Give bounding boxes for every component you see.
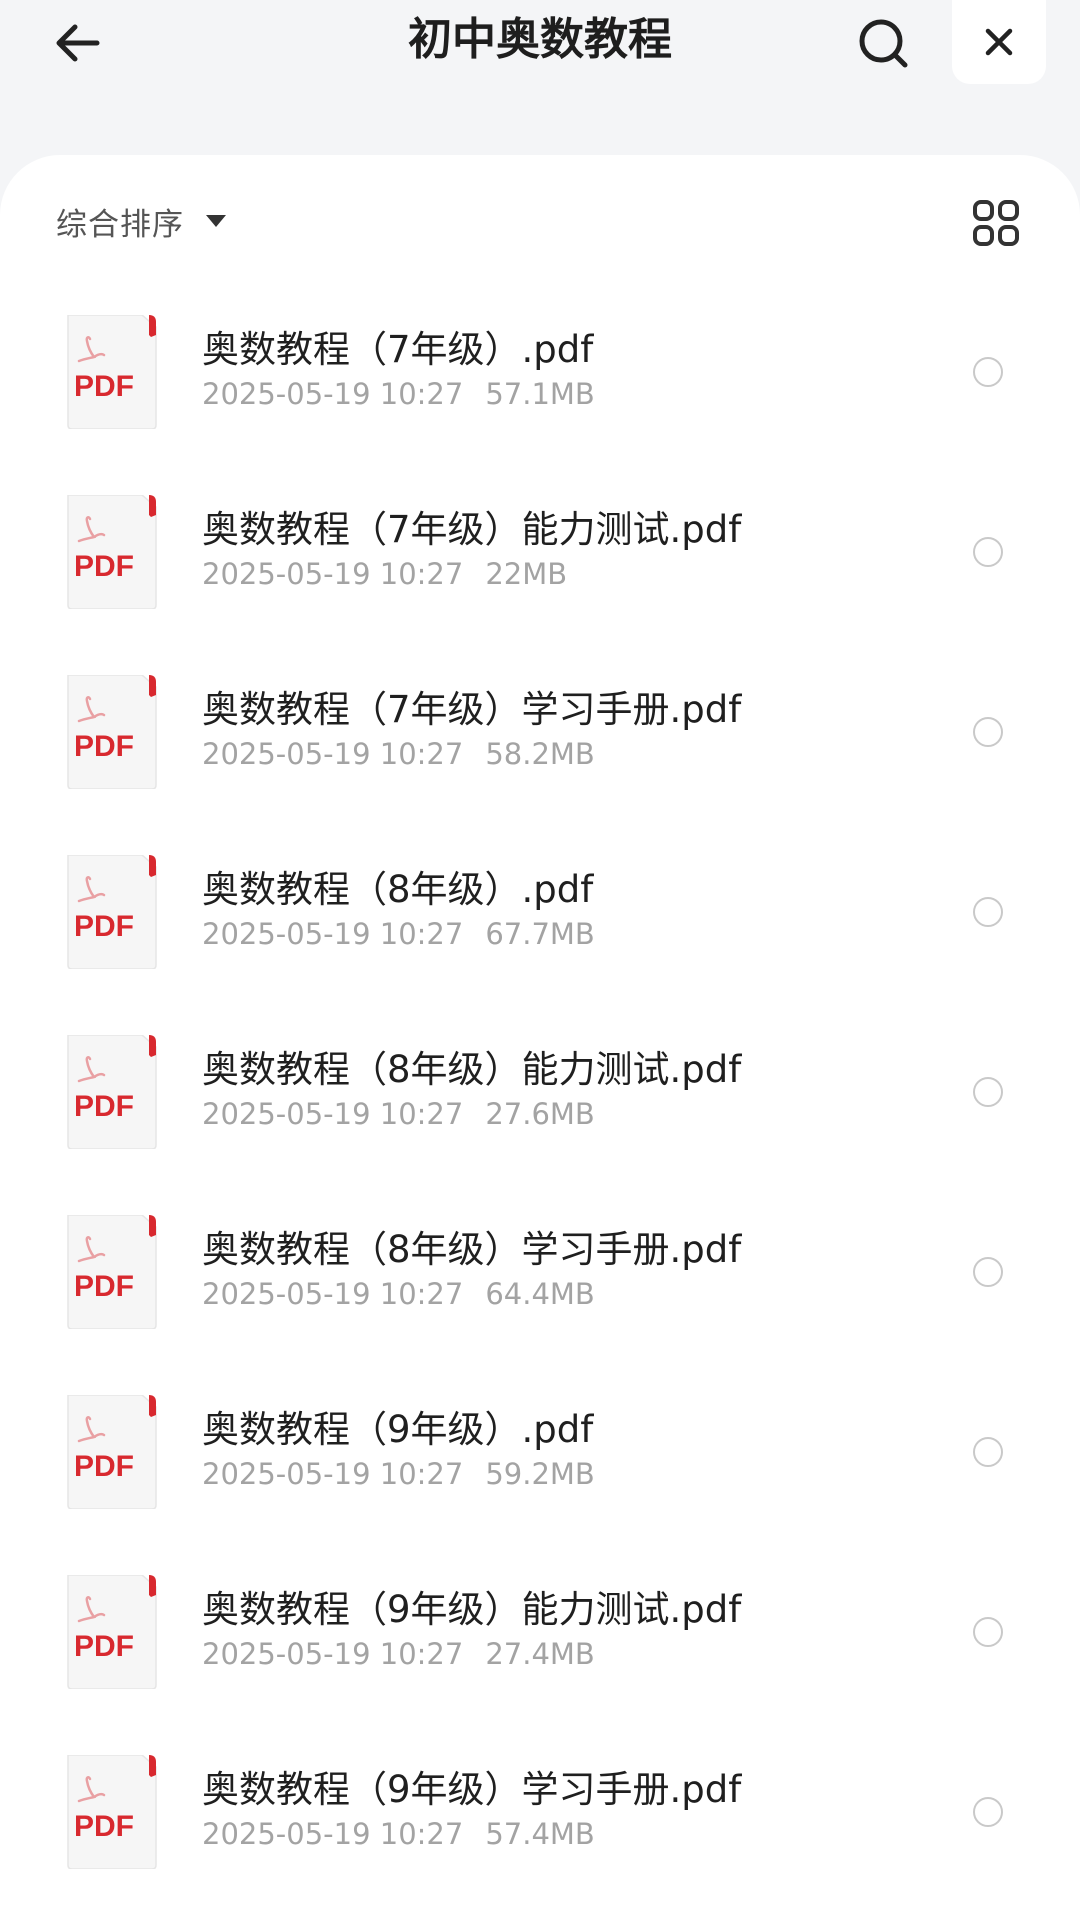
file-size: 64.4MB [485, 1277, 595, 1311]
file-date: 2025-05-19 10:27 [202, 377, 464, 411]
file-list-item[interactable]: PDF 奥数教程（7年级）能力测试.pdf 2025-05-19 10:27 22… [0, 465, 1080, 645]
pdf-file-icon: PDF [64, 1755, 160, 1869]
svg-text:PDF: PDF [74, 550, 134, 583]
file-meta: 2025-05-19 10:27 57.4MB [202, 1817, 595, 1851]
file-meta: 2025-05-19 10:27 27.6MB [202, 1097, 595, 1131]
file-size: 22MB [485, 557, 568, 591]
file-date: 2025-05-19 10:27 [202, 1457, 464, 1491]
file-meta: 2025-05-19 10:27 57.1MB [202, 377, 595, 411]
file-meta: 2025-05-19 10:27 22MB [202, 557, 567, 591]
svg-text:PDF: PDF [74, 1270, 134, 1303]
file-name: 奥数教程（9年级）学习手册.pdf [202, 1768, 742, 1811]
file-name: 奥数教程（7年级）.pdf [202, 328, 594, 371]
select-radio[interactable] [973, 1077, 1003, 1107]
file-size: 59.2MB [485, 1457, 595, 1491]
file-name: 奥数教程（8年级）.pdf [202, 868, 594, 911]
caret-down-icon [206, 215, 226, 227]
svg-text:PDF: PDF [74, 1810, 134, 1843]
pdf-file-icon: PDF [64, 315, 160, 429]
file-list: PDF 奥数教程（7年级）.pdf 2025-05-19 10:27 57.1MB… [0, 285, 1080, 1905]
select-radio[interactable] [973, 537, 1003, 567]
file-date: 2025-05-19 10:27 [202, 557, 464, 591]
pdf-file-icon: PDF [64, 1035, 160, 1149]
svg-text:PDF: PDF [74, 730, 134, 763]
close-icon [985, 28, 1013, 56]
file-size: 57.4MB [485, 1817, 595, 1851]
pdf-file-icon: PDF [64, 855, 160, 969]
file-panel: 综合排序 PDF 奥数教程（7年级）.pdf 2025-05-19 10:27 5… [0, 155, 1080, 1911]
file-meta: 2025-05-19 10:27 64.4MB [202, 1277, 595, 1311]
file-size: 58.2MB [485, 737, 595, 771]
close-button[interactable] [952, 0, 1046, 84]
file-name: 奥数教程（7年级）能力测试.pdf [202, 508, 742, 551]
file-meta: 2025-05-19 10:27 58.2MB [202, 737, 595, 771]
select-radio[interactable] [973, 717, 1003, 747]
pdf-file-icon: PDF [64, 1215, 160, 1329]
file-size: 27.4MB [485, 1637, 595, 1671]
arrow-left-icon [56, 24, 100, 62]
select-radio[interactable] [973, 1257, 1003, 1287]
file-size: 57.1MB [485, 377, 595, 411]
pdf-file-icon: PDF [64, 675, 160, 789]
file-date: 2025-05-19 10:27 [202, 1277, 464, 1311]
file-name: 奥数教程（7年级）学习手册.pdf [202, 688, 742, 731]
file-name: 奥数教程（8年级）能力测试.pdf [202, 1048, 742, 1091]
select-radio[interactable] [973, 1437, 1003, 1467]
svg-text:PDF: PDF [74, 370, 134, 403]
svg-text:PDF: PDF [74, 910, 134, 943]
search-icon [859, 19, 908, 68]
file-list-item[interactable]: PDF 奥数教程（9年级）能力测试.pdf 2025-05-19 10:27 27… [0, 1545, 1080, 1725]
svg-text:PDF: PDF [74, 1450, 134, 1483]
grid-view-icon [973, 200, 1019, 246]
file-list-item[interactable]: PDF 奥数教程（9年级）学习手册.pdf 2025-05-19 10:27 57… [0, 1725, 1080, 1905]
select-radio[interactable] [973, 1797, 1003, 1827]
file-list-item[interactable]: PDF 奥数教程（8年级）能力测试.pdf 2025-05-19 10:27 27… [0, 1005, 1080, 1185]
file-date: 2025-05-19 10:27 [202, 1097, 464, 1131]
file-list-item[interactable]: PDF 奥数教程（8年级）.pdf 2025-05-19 10:27 67.7MB [0, 825, 1080, 1005]
file-date: 2025-05-19 10:27 [202, 917, 464, 951]
file-size: 67.7MB [485, 917, 595, 951]
file-list-item[interactable]: PDF 奥数教程（9年级）.pdf 2025-05-19 10:27 59.2MB [0, 1365, 1080, 1545]
list-toolbar: 综合排序 [0, 155, 1080, 285]
sort-dropdown[interactable]: 综合排序 [56, 191, 226, 251]
file-date: 2025-05-19 10:27 [202, 1637, 464, 1671]
select-radio[interactable] [973, 897, 1003, 927]
file-name: 奥数教程（9年级）.pdf [202, 1408, 594, 1451]
file-date: 2025-05-19 10:27 [202, 1817, 464, 1851]
file-meta: 2025-05-19 10:27 59.2MB [202, 1457, 595, 1491]
file-list-item[interactable]: PDF 奥数教程（7年级）.pdf 2025-05-19 10:27 57.1MB [0, 285, 1080, 465]
file-meta: 2025-05-19 10:27 27.4MB [202, 1637, 595, 1671]
search-button[interactable] [846, 6, 920, 80]
svg-text:PDF: PDF [74, 1630, 134, 1663]
select-radio[interactable] [973, 1617, 1003, 1647]
file-name: 奥数教程（8年级）学习手册.pdf [202, 1228, 742, 1271]
file-meta: 2025-05-19 10:27 67.7MB [202, 917, 595, 951]
svg-text:PDF: PDF [74, 1090, 134, 1123]
pdf-file-icon: PDF [64, 1575, 160, 1689]
file-name: 奥数教程（9年级）能力测试.pdf [202, 1588, 742, 1631]
file-list-item[interactable]: PDF 奥数教程（7年级）学习手册.pdf 2025-05-19 10:27 58… [0, 645, 1080, 825]
select-radio[interactable] [973, 357, 1003, 387]
file-date: 2025-05-19 10:27 [202, 737, 464, 771]
file-size: 27.6MB [485, 1097, 595, 1131]
top-bar: 初中奥数教程 [0, 0, 1080, 160]
back-button[interactable] [40, 6, 114, 80]
pdf-file-icon: PDF [64, 1395, 160, 1509]
pdf-file-icon: PDF [64, 495, 160, 609]
view-toggle-button[interactable] [966, 193, 1026, 253]
sort-label: 综合排序 [56, 206, 184, 243]
file-list-item[interactable]: PDF 奥数教程（8年级）学习手册.pdf 2025-05-19 10:27 64… [0, 1185, 1080, 1365]
